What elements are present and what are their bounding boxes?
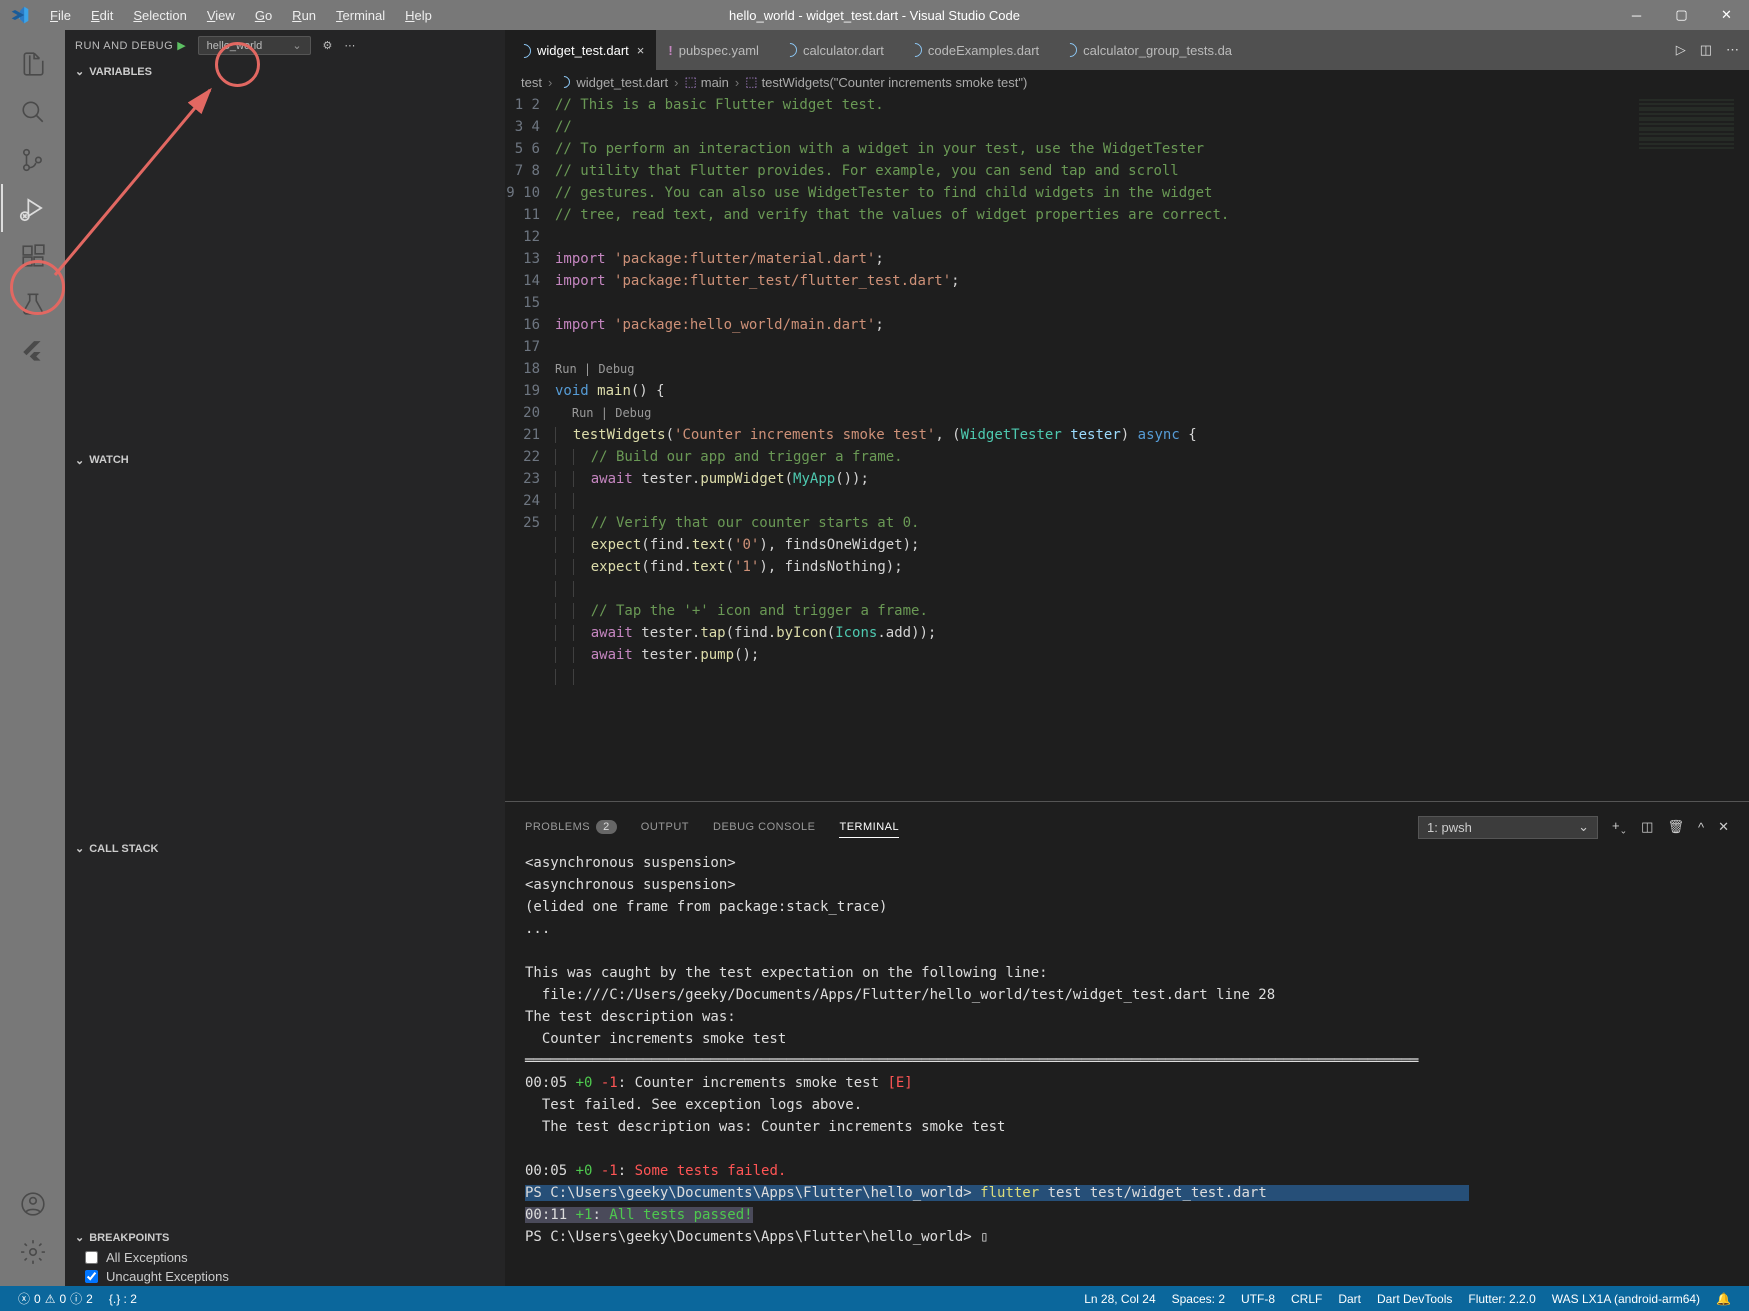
checkbox[interactable] <box>85 1251 98 1264</box>
bp-uncaught-exceptions[interactable]: Uncaught Exceptions <box>65 1267 505 1286</box>
panel-tab-terminal[interactable]: TERMINAL <box>839 817 899 838</box>
status-devtools[interactable]: Dart DevTools <box>1369 1292 1460 1306</box>
run-icon[interactable]: ▷ <box>1676 42 1686 58</box>
panel-tab-problems[interactable]: PROBLEMS2 <box>525 817 617 837</box>
menu-bar: File Edit Selection View Go Run Terminal… <box>40 8 442 23</box>
menu-terminal[interactable]: Terminal <box>326 8 395 23</box>
panel-tab-output[interactable]: OUTPUT <box>641 817 689 837</box>
menu-file[interactable]: File <box>40 8 81 23</box>
tab-pubspec[interactable]: !pubspec.yaml <box>656 30 771 70</box>
status-errors[interactable]: ⓧ 0 ⚠ 0 ⓘ 2 <box>10 1290 101 1307</box>
window-title: hello_world - widget_test.dart - Visual … <box>729 8 1020 23</box>
status-lang[interactable]: Dart <box>1330 1292 1369 1306</box>
trash-icon[interactable]: 🗑 <box>1667 819 1684 835</box>
activity-flutter[interactable] <box>9 328 57 376</box>
dart-file-icon <box>514 41 534 61</box>
minimap[interactable] <box>1639 99 1734 149</box>
window-close[interactable]: ✕ <box>1704 0 1749 30</box>
more-icon[interactable]: ⋯ <box>344 39 355 52</box>
tab-code-examples[interactable]: codeExamples.dart <box>896 30 1051 70</box>
menu-run[interactable]: Run <box>282 8 326 23</box>
more-icon[interactable]: ⋯ <box>1726 42 1739 58</box>
window-minimize[interactable]: ─ <box>1614 0 1659 30</box>
cube-icon: ⬚ <box>684 74 696 90</box>
activity-scm[interactable] <box>9 136 57 184</box>
activity-account[interactable] <box>9 1180 57 1228</box>
cube-icon: ⬚ <box>745 74 757 90</box>
code-content[interactable]: // This is a basic Flutter widget test. … <box>555 94 1749 801</box>
menu-edit[interactable]: Edit <box>81 8 123 23</box>
panel: PROBLEMS2 OUTPUT DEBUG CONSOLE TERMINAL … <box>505 801 1749 1286</box>
line-numbers: 1 2 3 4 5 6 7 8 9 10 11 12 13 14 15 16 1… <box>505 94 555 801</box>
status-flutter[interactable]: Flutter: 2.2.0 <box>1460 1292 1543 1306</box>
debug-sidebar: RUN AND DEBUG ▶ hello_world ⌄ ⚙ ⋯ ⌄VARIA… <box>65 30 505 1286</box>
section-variables[interactable]: ⌄VARIABLES <box>65 61 505 82</box>
title-bar: File Edit Selection View Go Run Terminal… <box>0 0 1749 30</box>
split-terminal-icon[interactable]: ◫ <box>1641 819 1653 835</box>
problems-badge: 2 <box>596 820 617 834</box>
activity-bar <box>0 30 65 1286</box>
status-bar: ⓧ 0 ⚠ 0 ⓘ 2 {.} : 2 Ln 28, Col 24 Spaces… <box>0 1286 1749 1311</box>
activity-search[interactable] <box>9 88 57 136</box>
panel-tab-debug-console[interactable]: DEBUG CONSOLE <box>713 817 815 837</box>
split-editor-icon[interactable]: ◫ <box>1700 42 1712 58</box>
checkbox[interactable] <box>85 1270 98 1283</box>
status-encoding[interactable]: UTF-8 <box>1233 1292 1283 1306</box>
codelens-debug[interactable]: Debug <box>598 362 634 376</box>
tab-widget-test[interactable]: widget_test.dart× <box>505 30 656 70</box>
tab-calculator[interactable]: calculator.dart <box>771 30 896 70</box>
maximize-panel-icon[interactable]: ^ <box>1698 820 1704 835</box>
codelens-run[interactable]: Run <box>555 362 577 376</box>
start-debug-icon[interactable]: ▶ <box>177 39 185 52</box>
activity-debug[interactable] <box>9 184 57 232</box>
menu-help[interactable]: Help <box>395 8 442 23</box>
activity-explorer[interactable] <box>9 40 57 88</box>
activity-test[interactable] <box>9 280 57 328</box>
codelens-debug[interactable]: Debug <box>615 406 651 420</box>
status-notifications-icon[interactable]: 🔔 <box>1708 1292 1739 1306</box>
menu-view[interactable]: View <box>197 8 245 23</box>
editor-tabs: widget_test.dart× !pubspec.yaml calculat… <box>505 30 1749 70</box>
chevron-down-icon: ⌄ <box>75 842 84 855</box>
status-eol[interactable]: CRLF <box>1283 1292 1330 1306</box>
activity-settings[interactable] <box>9 1228 57 1276</box>
config-name: hello_world <box>207 40 263 52</box>
menu-go[interactable]: Go <box>245 8 282 23</box>
codelens-run[interactable]: Run <box>572 406 594 420</box>
dart-file-icon <box>556 74 573 91</box>
section-breakpoints[interactable]: ⌄BREAKPOINTS <box>65 1227 505 1248</box>
dart-file-icon <box>780 40 800 60</box>
section-watch[interactable]: ⌄WATCH <box>65 450 505 471</box>
new-terminal-icon[interactable]: +⌄ <box>1612 818 1627 837</box>
close-panel-icon[interactable]: ✕ <box>1718 819 1729 835</box>
status-spaces[interactable]: Spaces: 2 <box>1164 1292 1233 1306</box>
bp-all-exceptions[interactable]: All Exceptions <box>65 1248 505 1267</box>
window-maximize[interactable]: ▢ <box>1659 0 1704 30</box>
dart-file-icon <box>905 40 925 60</box>
activity-extensions[interactable] <box>9 232 57 280</box>
terminal-output[interactable]: <asynchronous suspension> <asynchronous … <box>505 842 1749 1286</box>
close-icon[interactable]: × <box>637 43 645 58</box>
code-editor[interactable]: 1 2 3 4 5 6 7 8 9 10 11 12 13 14 15 16 1… <box>505 94 1749 801</box>
status-brackets[interactable]: {.} : 2 <box>101 1292 145 1306</box>
chevron-down-icon: ⌄ <box>75 1231 84 1244</box>
debug-config-select[interactable]: hello_world ⌄ <box>198 36 311 55</box>
status-device[interactable]: WAS LX1A (android-arm64) <box>1544 1292 1708 1306</box>
section-callstack[interactable]: ⌄CALL STACK <box>65 838 505 859</box>
terminal-select[interactable]: 1: pwsh <box>1418 816 1598 839</box>
dart-file-icon <box>1060 40 1080 60</box>
menu-selection[interactable]: Selection <box>123 8 196 23</box>
gear-icon[interactable]: ⚙ <box>323 39 333 52</box>
breadcrumb[interactable]: test› widget_test.dart› ⬚main› ⬚testWidg… <box>505 70 1749 94</box>
chevron-down-icon: ⌄ <box>75 65 84 78</box>
yaml-file-icon: ! <box>668 43 672 58</box>
chevron-down-icon: ⌄ <box>75 454 84 467</box>
sidebar-title: RUN AND DEBUG <box>75 40 173 52</box>
tab-calc-group[interactable]: calculator_group_tests.da <box>1051 30 1244 70</box>
status-position[interactable]: Ln 28, Col 24 <box>1076 1292 1163 1306</box>
vscode-icon <box>10 5 30 25</box>
editor-area: widget_test.dart× !pubspec.yaml calculat… <box>505 30 1749 1286</box>
